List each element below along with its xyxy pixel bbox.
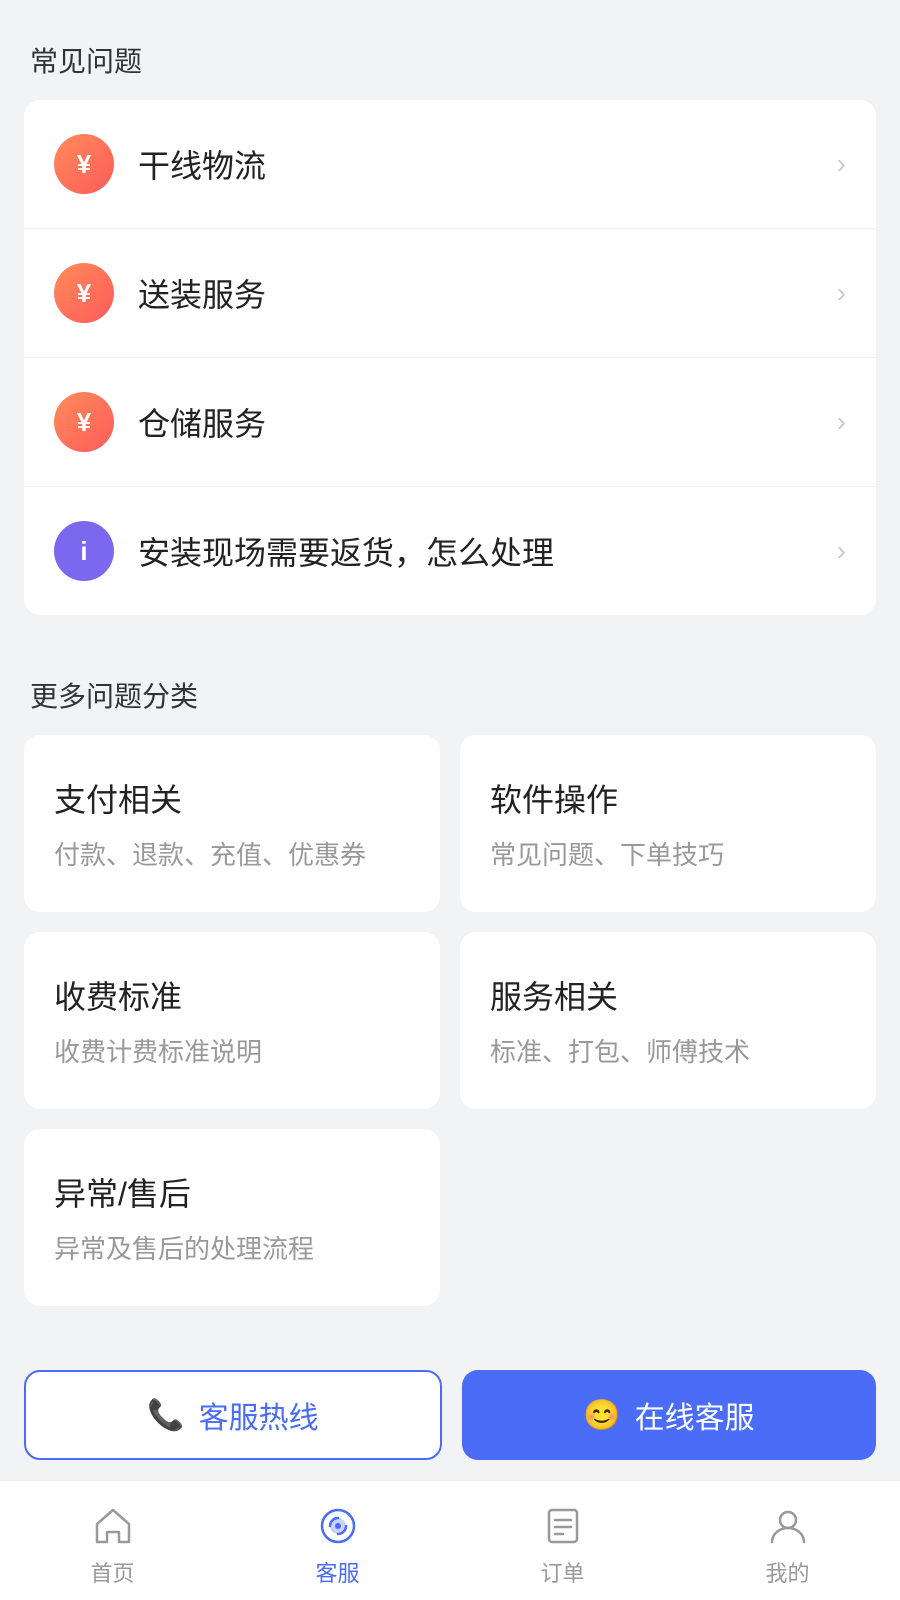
- faq-icon-info: i: [54, 521, 114, 581]
- category-card-fees[interactable]: 收费标准 收费计费标准说明: [24, 932, 440, 1109]
- service-icon: [316, 1504, 360, 1548]
- nav-label-service: 客服: [315, 1556, 359, 1588]
- faq-card: ¥ 干线物流 › ¥ 送装服务 › ¥ 仓储服务 › i 安装现场需要返货: [24, 100, 876, 615]
- category-desc-abnormal: 异常及售后的处理流程: [54, 1229, 410, 1266]
- nav-item-home[interactable]: 首页: [0, 1494, 225, 1588]
- faq-item-trunk-logistics[interactable]: ¥ 干线物流 ›: [24, 100, 876, 229]
- nav-label-mine: 我的: [765, 1556, 809, 1588]
- category-desc-service: 标准、打包、师傅技术: [490, 1032, 846, 1069]
- bottom-buttons: 📞 客服热线 😊 在线客服: [0, 1350, 900, 1480]
- nav-label-home: 首页: [90, 1556, 134, 1588]
- category-title-service: 服务相关: [490, 972, 846, 1018]
- mine-icon: [766, 1504, 810, 1548]
- faq-item-text-2: 送装服务: [138, 270, 837, 316]
- categories-section-label: 更多问题分类: [0, 635, 900, 735]
- faq-icon-yuan-2: ¥: [54, 263, 114, 323]
- smile-icon: 😊: [583, 1398, 620, 1433]
- home-icon: [91, 1504, 135, 1548]
- faq-item-text-3: 仓储服务: [138, 399, 837, 445]
- chevron-right-icon-3: ›: [837, 406, 846, 438]
- category-desc-software: 常见问题、下单技巧: [490, 835, 846, 872]
- category-desc-payment: 付款、退款、充值、优惠券: [54, 835, 410, 872]
- category-title-abnormal: 异常/售后: [54, 1169, 410, 1215]
- faq-section-label: 常见问题: [0, 0, 900, 100]
- chevron-right-icon-2: ›: [837, 277, 846, 309]
- faq-item-text-1: 干线物流: [138, 141, 837, 187]
- nav-item-mine[interactable]: 我的: [675, 1494, 900, 1588]
- phone-icon: 📞: [147, 1398, 184, 1433]
- faq-icon-yuan-1: ¥: [54, 134, 114, 194]
- nav-item-orders[interactable]: 订单: [450, 1494, 675, 1588]
- faq-item-storage-service[interactable]: ¥ 仓储服务 ›: [24, 358, 876, 487]
- faq-item-on-site-return[interactable]: i 安装现场需要返货，怎么处理 ›: [24, 487, 876, 615]
- chevron-right-icon-1: ›: [837, 148, 846, 180]
- hotline-button[interactable]: 📞 客服热线: [24, 1370, 442, 1460]
- nav-label-orders: 订单: [540, 1556, 584, 1588]
- category-title-fees: 收费标准: [54, 972, 410, 1018]
- category-card-abnormal[interactable]: 异常/售后 异常及售后的处理流程: [24, 1129, 440, 1306]
- categories-grid: 支付相关 付款、退款、充值、优惠券 软件操作 常见问题、下单技巧 收费标准 收费…: [0, 735, 900, 1306]
- chevron-right-icon-4: ›: [837, 535, 846, 567]
- category-title-payment: 支付相关: [54, 775, 410, 821]
- category-card-software[interactable]: 软件操作 常见问题、下单技巧: [460, 735, 876, 912]
- category-card-service[interactable]: 服务相关 标准、打包、师傅技术: [460, 932, 876, 1109]
- nav-item-service[interactable]: 客服: [225, 1494, 450, 1588]
- bottom-nav: 首页 客服 订单: [0, 1480, 900, 1600]
- online-service-button[interactable]: 😊 在线客服: [462, 1370, 876, 1460]
- category-card-payment[interactable]: 支付相关 付款、退款、充值、优惠券: [24, 735, 440, 912]
- faq-item-text-4: 安装现场需要返货，怎么处理: [138, 528, 837, 574]
- category-title-software: 软件操作: [490, 775, 846, 821]
- hotline-button-label: 客服热线: [199, 1393, 319, 1437]
- online-button-label: 在线客服: [635, 1393, 755, 1437]
- faq-icon-yuan-3: ¥: [54, 392, 114, 452]
- category-desc-fees: 收费计费标准说明: [54, 1032, 410, 1069]
- faq-item-delivery-service[interactable]: ¥ 送装服务 ›: [24, 229, 876, 358]
- orders-icon: [541, 1504, 585, 1548]
